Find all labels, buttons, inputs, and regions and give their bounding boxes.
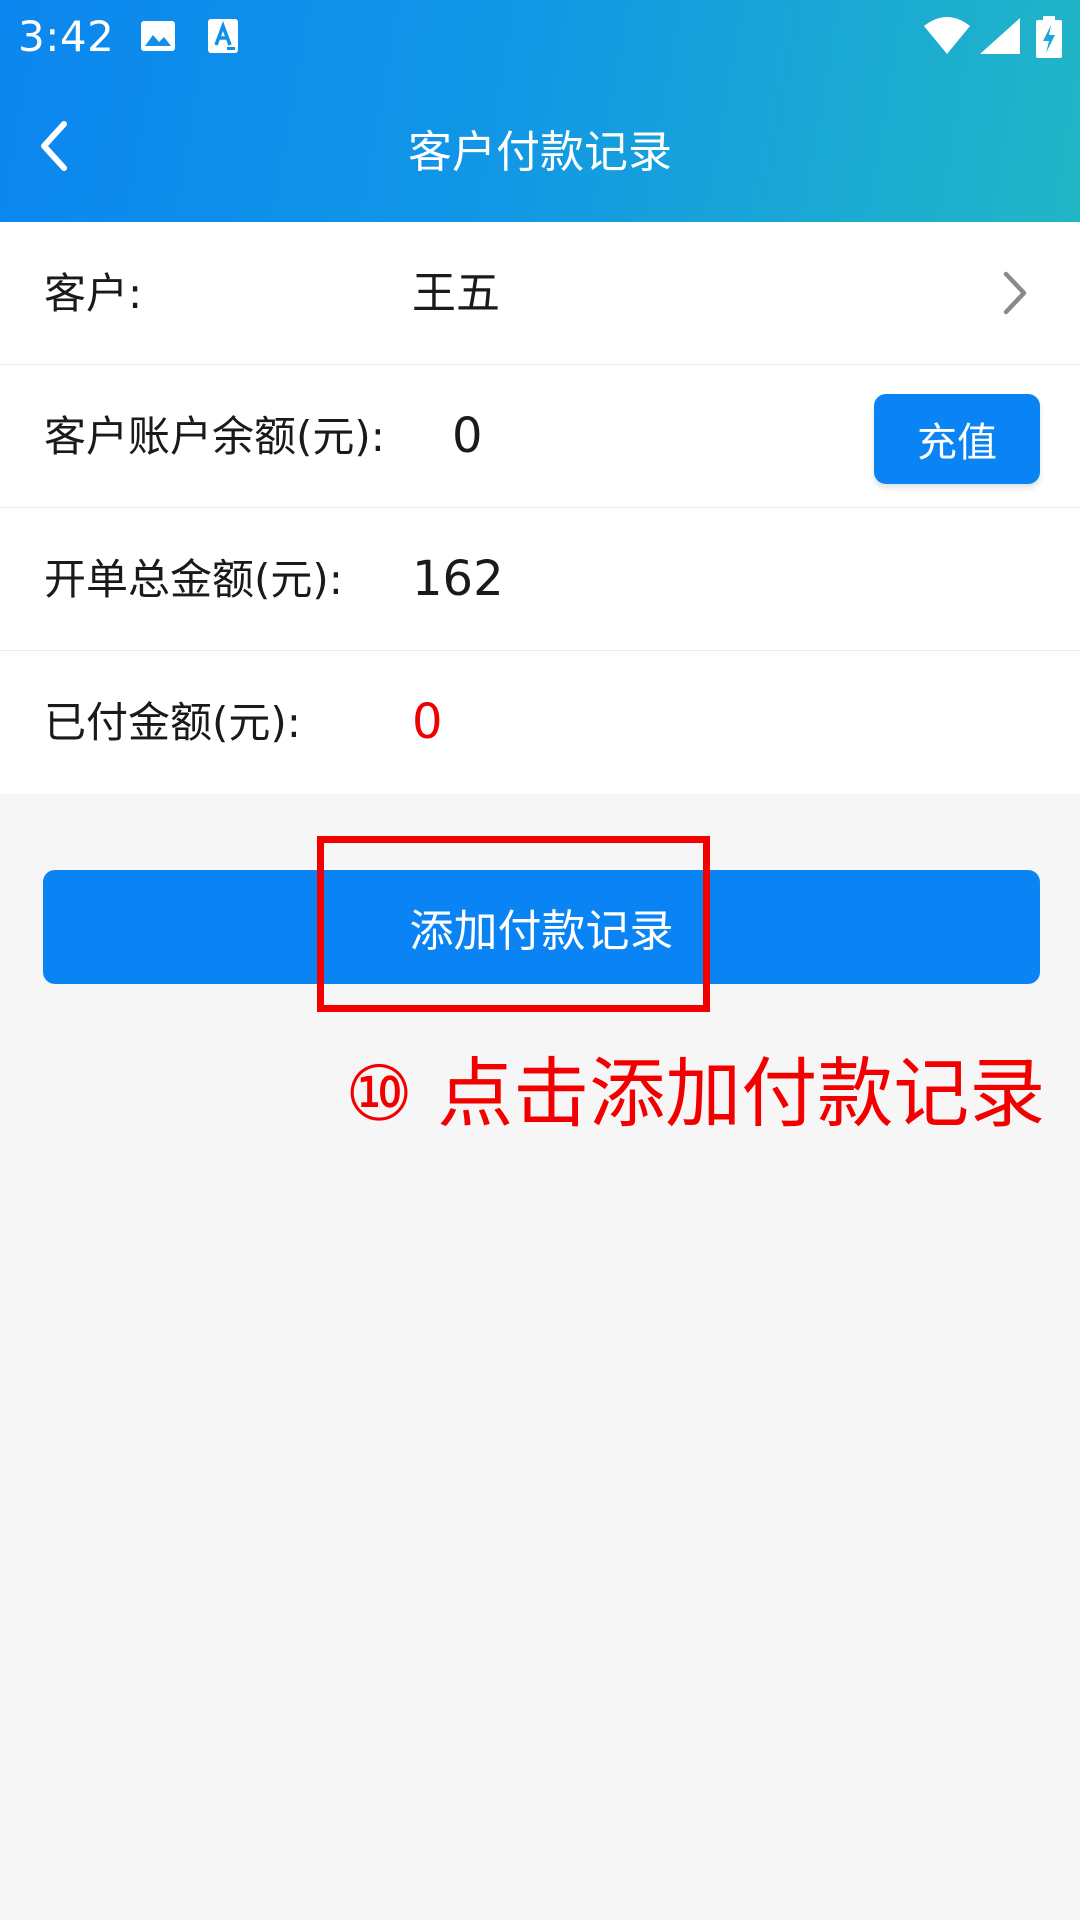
balance-value: 0 xyxy=(452,408,483,464)
font-a-icon xyxy=(203,16,243,56)
signal-icon xyxy=(978,16,1024,56)
status-bar: 3:42 xyxy=(0,0,1080,74)
page-title: 客户付款记录 xyxy=(408,127,672,178)
total-label: 开单总金额(元): xyxy=(44,555,343,604)
app-header: 3:42 客户付款记录 xyxy=(0,0,1080,222)
customer-value: 王五 xyxy=(412,268,500,319)
paid-row: 已付金额(元): 0 xyxy=(0,651,1080,794)
nav-bar: 客户付款记录 xyxy=(0,74,1080,222)
image-icon xyxy=(138,16,178,56)
payment-form: 客户: 王五 客户账户余额(元): 0 充值 开单总金额(元): 162 已付金… xyxy=(0,222,1080,794)
status-time: 3:42 xyxy=(18,12,115,61)
total-value: 162 xyxy=(412,551,504,607)
customer-row[interactable]: 客户: 王五 xyxy=(0,222,1080,365)
customer-label: 客户: xyxy=(44,269,143,318)
battery-charging-icon xyxy=(1034,16,1064,58)
balance-row: 客户账户余额(元): 0 充值 xyxy=(0,365,1080,508)
wifi-icon xyxy=(922,16,972,56)
paid-label: 已付金额(元): xyxy=(44,698,301,747)
recharge-button[interactable]: 充值 xyxy=(874,394,1040,484)
chevron-right-icon xyxy=(994,268,1034,318)
annotation-text: ⑩ 点击添加付款记录 xyxy=(345,1049,1046,1138)
total-row: 开单总金额(元): 162 xyxy=(0,508,1080,651)
paid-value: 0 xyxy=(412,694,443,750)
annotation-highlight-box xyxy=(317,836,710,1012)
balance-label: 客户账户余额(元): xyxy=(44,412,385,461)
